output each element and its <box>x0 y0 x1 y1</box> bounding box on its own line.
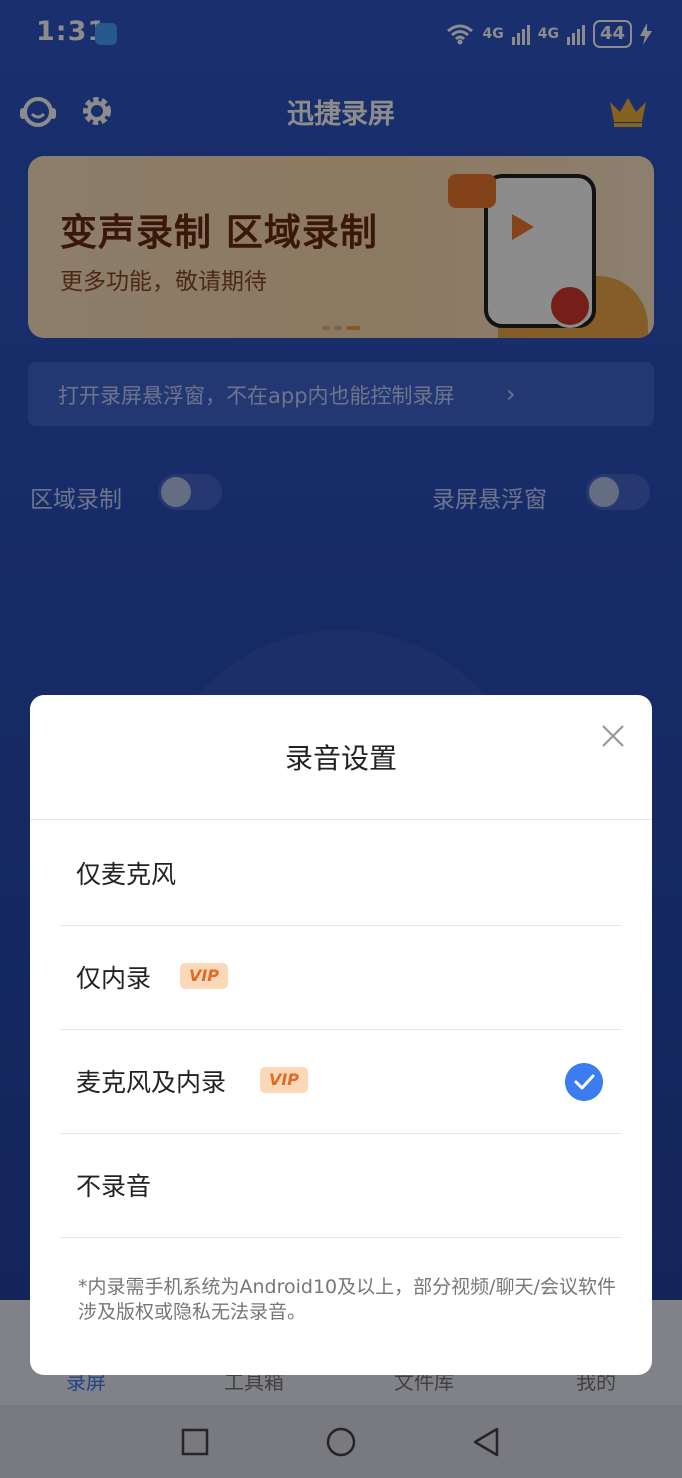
audio-settings-dialog: 录音设置 仅麦克风 仅内录 VIP 麦克风及内录 VIP 不录音 *内录需手机系… <box>30 695 652 1375</box>
option-label: 仅内录 <box>76 964 152 993</box>
dialog-note: *内录需手机系统为Android10及以上，部分视频/聊天/会议软件涉及版权或隐… <box>78 1276 616 1323</box>
dialog-divider <box>30 819 652 820</box>
option-no-audio[interactable]: 不录音 <box>60 1133 622 1238</box>
option-label: 仅麦克风 <box>76 860 177 889</box>
vip-badge: VIP <box>260 1067 308 1093</box>
option-mic-only[interactable]: 仅麦克风 <box>60 821 622 926</box>
check-icon <box>565 1063 603 1101</box>
dialog-title: 录音设置 <box>284 742 397 775</box>
option-label: 麦克风及内录 <box>76 1068 227 1097</box>
option-internal-only[interactable]: 仅内录 VIP <box>60 925 622 1030</box>
close-icon[interactable] <box>600 723 626 749</box>
vip-badge: VIP <box>180 963 228 989</box>
option-mic-and-internal[interactable]: 麦克风及内录 VIP <box>60 1029 622 1134</box>
option-label: 不录音 <box>76 1172 152 1201</box>
